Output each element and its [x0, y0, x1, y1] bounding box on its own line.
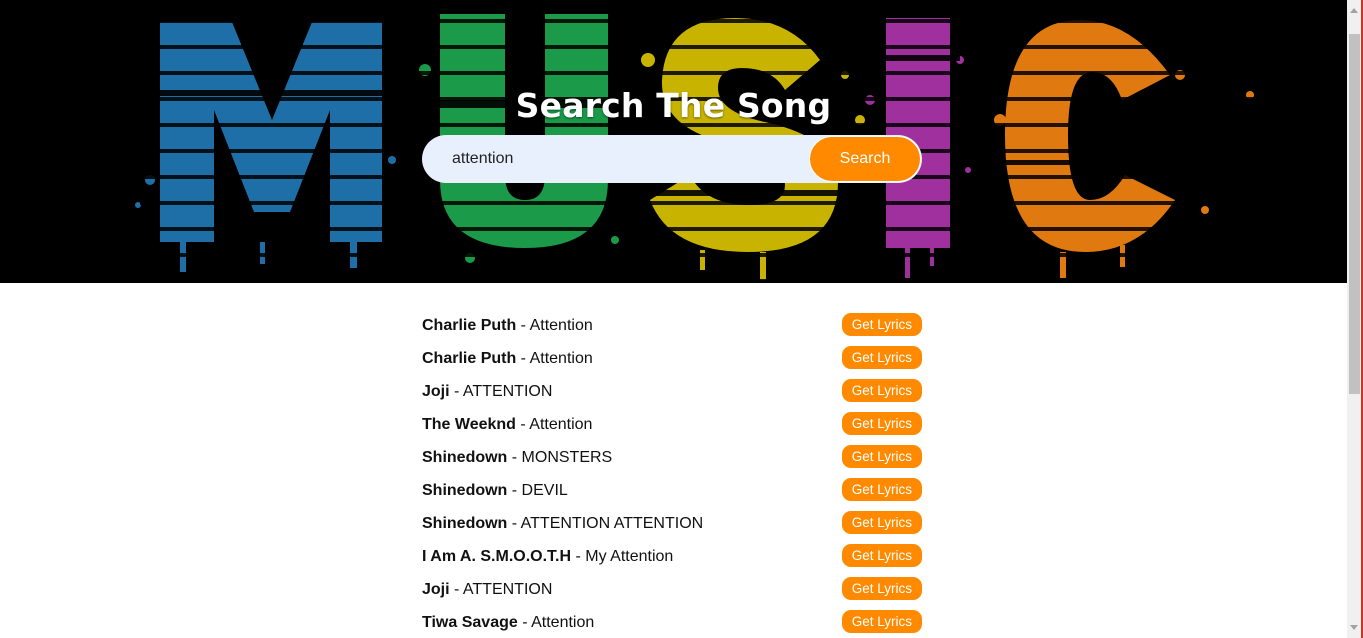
song-text: Charlie Puth - Attention — [422, 349, 593, 369]
song-text: Joji - ATTENTION — [422, 382, 552, 402]
song-text: Tiwa Savage - Attention — [422, 613, 594, 633]
artist-name: Joji — [422, 581, 450, 598]
song-title: Attention — [531, 614, 595, 631]
separator: - — [517, 614, 532, 631]
artist-name: Charlie Puth — [422, 350, 517, 367]
song-title: ATTENTION ATTENTION — [520, 515, 704, 532]
song-title: Attention — [529, 350, 593, 367]
scroll-down-arrow-icon[interactable] — [1350, 625, 1358, 630]
get-lyrics-button[interactable]: Get Lyrics — [841, 610, 922, 633]
separator: - — [516, 317, 530, 334]
artist-name: Charlie Puth — [422, 317, 517, 334]
search-bar: Search — [422, 135, 922, 183]
get-lyrics-button[interactable]: Get Lyrics — [841, 577, 922, 600]
list-item: Shinedown - DEVIL Get Lyrics — [422, 477, 922, 510]
artist-name: Shinedown — [422, 515, 508, 532]
song-title: ATTENTION — [462, 383, 553, 400]
page-title: Search The Song — [515, 86, 832, 126]
list-item: Shinedown - ATTENTION ATTENTION Get Lyri… — [422, 510, 922, 543]
get-lyrics-button[interactable]: Get Lyrics — [841, 313, 922, 336]
get-lyrics-button[interactable]: Get Lyrics — [841, 511, 922, 534]
vertical-scrollbar[interactable] — [1347, 0, 1361, 638]
separator: - — [449, 581, 463, 598]
list-item: Charlie Puth - Attention Get Lyrics — [422, 312, 922, 345]
get-lyrics-button[interactable]: Get Lyrics — [841, 379, 922, 402]
get-lyrics-button[interactable]: Get Lyrics — [841, 412, 922, 435]
song-text: Charlie Puth - Attention — [422, 316, 593, 336]
list-item: Charlie Puth - Attention Get Lyrics — [422, 345, 922, 378]
artist-name: Tiwa Savage — [422, 614, 518, 631]
song-text: Shinedown - DEVIL — [422, 481, 568, 501]
song-text: The Weeknd - Attention — [422, 415, 592, 435]
song-text: Shinedown - ATTENTION ATTENTION — [422, 514, 703, 534]
song-title: DEVIL — [521, 482, 568, 499]
separator: - — [571, 548, 586, 565]
artist-name: Joji — [422, 383, 450, 400]
scroll-up-arrow-icon[interactable] — [1350, 8, 1358, 13]
separator: - — [449, 383, 463, 400]
song-text: Shinedown - MONSTERS — [422, 448, 612, 468]
song-text: I Am A. S.M.O.O.T.H - My Attention — [422, 547, 673, 567]
separator: - — [507, 449, 522, 466]
separator: - — [507, 515, 521, 532]
artist-name: Shinedown — [422, 482, 508, 499]
search-input[interactable] — [422, 135, 812, 183]
get-lyrics-button[interactable]: Get Lyrics — [841, 346, 922, 369]
artist-name: Shinedown — [422, 449, 508, 466]
list-item: The Weeknd - Attention Get Lyrics — [422, 411, 922, 444]
song-title: Attention — [529, 317, 593, 334]
get-lyrics-button[interactable]: Get Lyrics — [841, 478, 922, 501]
search-button[interactable]: Search — [809, 136, 921, 182]
list-item: I Am A. S.M.O.O.T.H - My Attention Get L… — [422, 543, 922, 576]
list-item: Shinedown - MONSTERS Get Lyrics — [422, 444, 922, 477]
hero-banner: Search The Song Search — [0, 0, 1347, 283]
separator: - — [507, 482, 522, 499]
list-item: Joji - ATTENTION Get Lyrics — [422, 378, 922, 411]
separator: - — [516, 350, 530, 367]
list-item: Tiwa Savage - Attention Get Lyrics — [422, 609, 922, 638]
get-lyrics-button[interactable]: Get Lyrics — [841, 445, 922, 468]
song-text: Joji - ATTENTION — [422, 580, 552, 600]
artist-name: I Am A. S.M.O.O.T.H — [422, 548, 572, 565]
scrollbar-thumb[interactable] — [1349, 34, 1360, 394]
song-title: ATTENTION — [462, 581, 553, 598]
separator: - — [515, 416, 530, 433]
artist-name: The Weeknd — [422, 416, 516, 433]
get-lyrics-button[interactable]: Get Lyrics — [841, 544, 922, 567]
song-title: Attention — [529, 416, 593, 433]
page: Search The Song Search Charlie Puth - At… — [0, 0, 1347, 638]
song-title: My Attention — [585, 548, 674, 565]
results-list: Charlie Puth - Attention Get Lyrics Char… — [422, 312, 922, 638]
list-item: Joji - ATTENTION Get Lyrics — [422, 576, 922, 609]
song-title: MONSTERS — [521, 449, 613, 466]
